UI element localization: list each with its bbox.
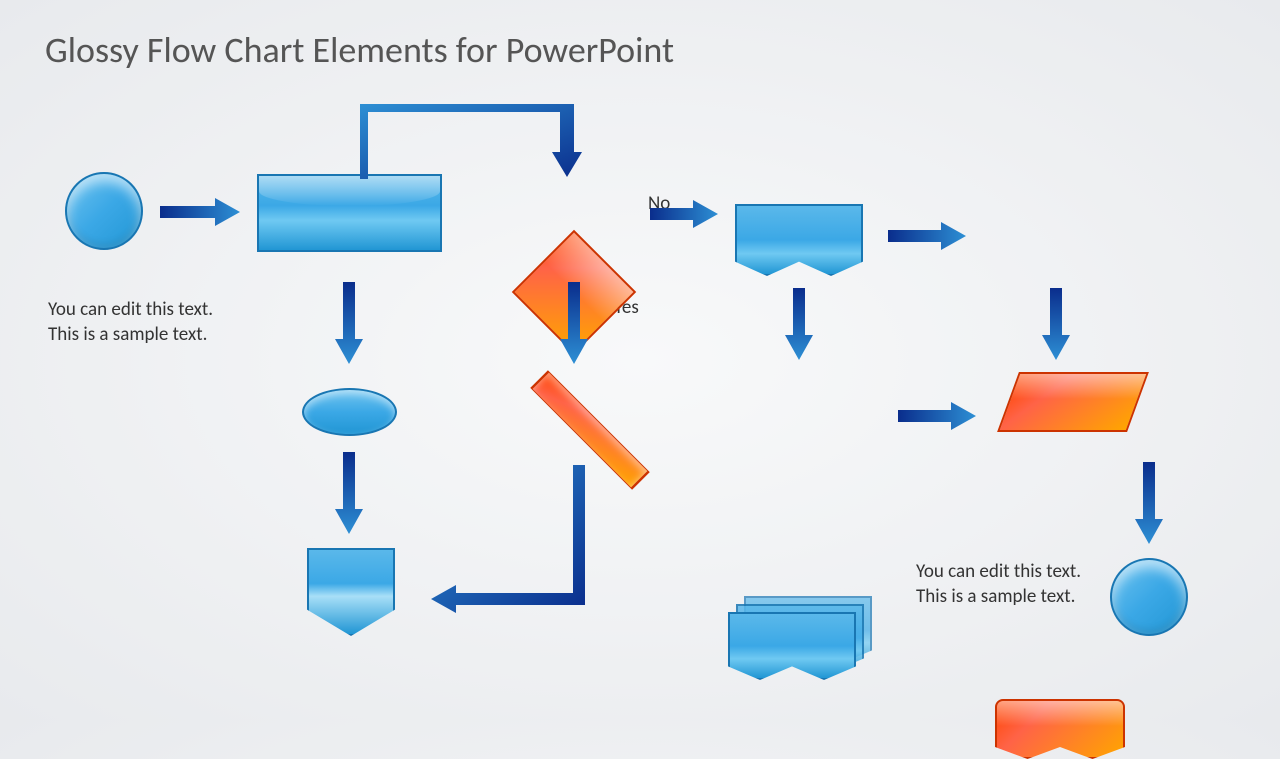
arrow-icon (335, 282, 363, 364)
process-rectangle-icon (257, 174, 442, 252)
slide-title: Glossy Flow Chart Elements for PowerPoin… (45, 28, 674, 72)
end-terminator-icon (1110, 558, 1188, 636)
arrow-icon (428, 465, 593, 620)
document-shape-icon (735, 204, 863, 276)
arrow-icon (560, 282, 588, 364)
arrow-icon (785, 288, 813, 360)
arrow-icon (1042, 288, 1070, 360)
start-terminator-icon (65, 172, 143, 250)
arrow-icon (650, 200, 718, 228)
offpage-connector-icon (307, 548, 395, 636)
display-shape-icon (995, 699, 1125, 759)
arrow-icon (888, 222, 966, 250)
sample-text-left: You can edit this text. This is a sample… (48, 298, 216, 347)
sample-text-right: You can edit this text. This is a sample… (916, 560, 1084, 609)
arrow-icon (1135, 462, 1163, 544)
arrow-icon (360, 104, 585, 179)
connector-ellipse-icon (302, 388, 397, 436)
data-parallelogram-icon (997, 372, 1149, 432)
arrow-icon (335, 452, 363, 534)
multidocument-shape-icon (728, 596, 873, 681)
arrow-icon (160, 198, 240, 226)
arrow-icon (898, 402, 976, 430)
